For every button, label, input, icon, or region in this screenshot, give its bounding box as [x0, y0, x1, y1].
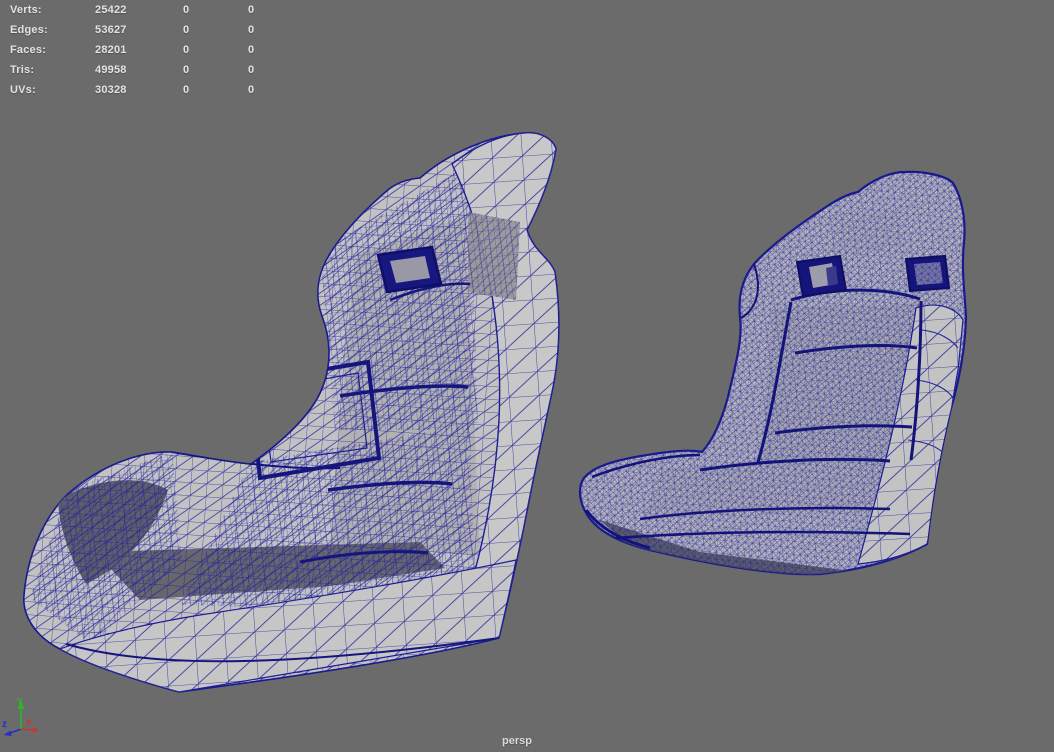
hud-value-3: 0: [248, 84, 255, 96]
hud-row-edges: Edges: 53627 0 0: [0, 20, 320, 40]
hud-value-2: 0: [183, 64, 190, 76]
viewport-canvas[interactable]: [0, 0, 1054, 752]
hud-label: Edges:: [10, 24, 48, 36]
hud-value: 53627: [95, 24, 127, 36]
hud-row-verts: Verts: 25422 0 0: [0, 0, 320, 20]
hud-row-uvs: UVs: 30328 0 0: [0, 80, 320, 100]
hud-value: 25422: [95, 4, 127, 16]
hud-value: 28201: [95, 44, 127, 56]
camera-label-bar: persp: [0, 731, 1034, 749]
hud-value: 49958: [95, 64, 127, 76]
hud-value-3: 0: [248, 44, 255, 56]
camera-label: persp: [502, 735, 532, 747]
hud-label: Verts:: [10, 4, 42, 16]
x-axis-line: [20, 728, 34, 731]
3d-viewport[interactable]: Verts: 25422 0 0 Edges: 53627 0 0 Faces:…: [0, 0, 1054, 752]
seat-right-mesh: [579, 171, 966, 575]
hud-value-3: 0: [248, 24, 255, 36]
hud-value-2: 0: [183, 44, 190, 56]
seat-left-harness-slot: [376, 245, 443, 294]
hud-label: Tris:: [10, 64, 35, 76]
poly-count-hud: Verts: 25422 0 0 Edges: 53627 0 0 Faces:…: [0, 0, 320, 100]
x-axis-label: x: [26, 717, 32, 728]
bucket-seat-left[interactable]: [0, 110, 600, 730]
hud-value-3: 0: [248, 64, 255, 76]
y-axis-label: Y: [17, 697, 24, 708]
hud-label: UVs:: [10, 84, 36, 96]
seat-right-harness-hole-left: [795, 254, 848, 298]
bucket-seat-right[interactable]: [560, 150, 990, 590]
hud-label: Faces:: [10, 44, 47, 56]
hud-value-2: 0: [183, 4, 190, 16]
z-axis-label: z: [2, 719, 7, 730]
hud-value-3: 0: [248, 4, 255, 16]
seat-right-harness-hole-right: [904, 254, 951, 293]
hud-value-2: 0: [183, 24, 190, 36]
hud-row-faces: Faces: 28201 0 0: [0, 40, 320, 60]
seat-left-mesh: [23, 132, 559, 693]
hud-value-2: 0: [183, 84, 190, 96]
hud-row-tris: Tris: 49958 0 0: [0, 60, 320, 80]
hud-value: 30328: [95, 84, 127, 96]
